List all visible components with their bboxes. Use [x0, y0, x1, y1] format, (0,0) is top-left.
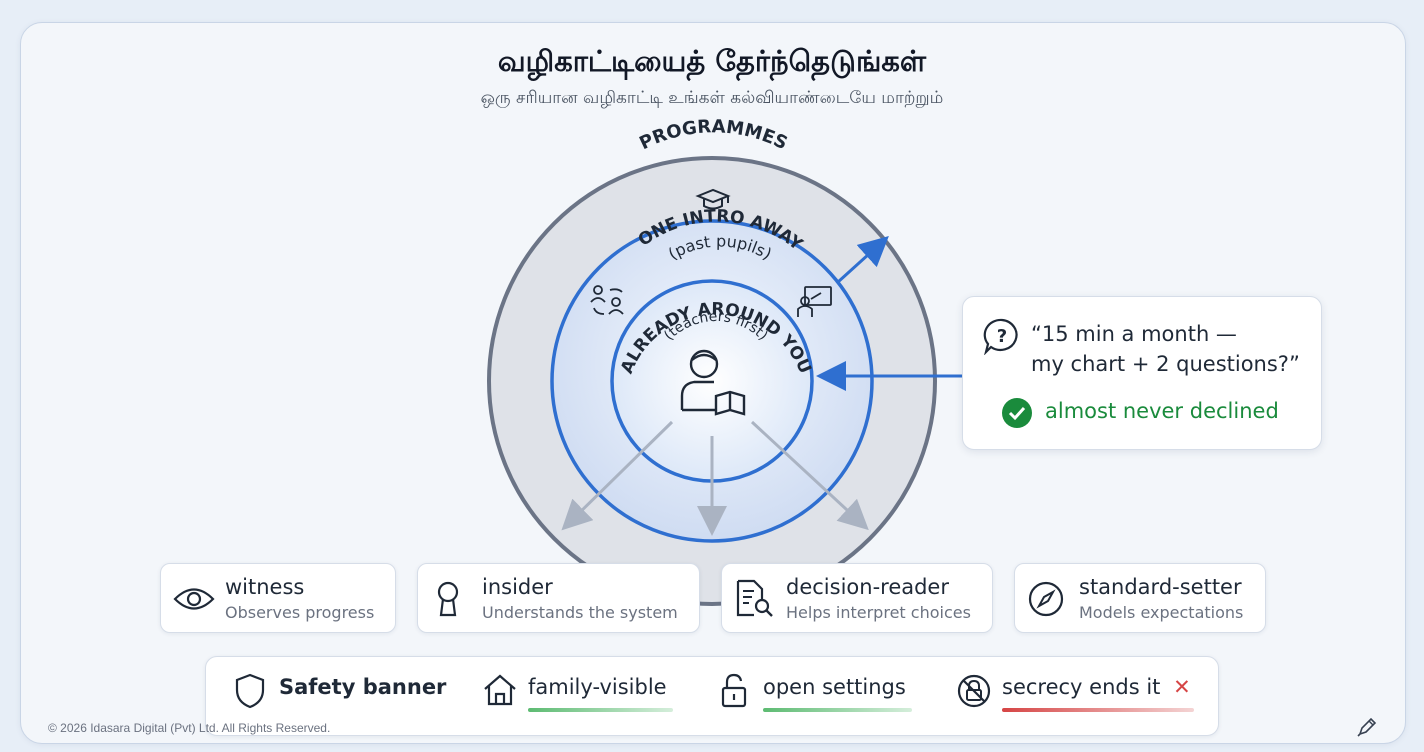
safety-banner: Safety banner family-visible open settin…: [205, 656, 1219, 736]
eye-icon: [173, 588, 215, 610]
quote-footnote: almost never declined: [1045, 399, 1279, 423]
document-search-icon: [736, 579, 773, 617]
open-lock-icon: [721, 673, 747, 708]
secrecy-label: secrecy ends it: [1002, 675, 1161, 699]
copyright-footer: © 2026 Idasara Digital (Pvt) Ltd. All Ri…: [48, 721, 331, 735]
house-icon: [484, 674, 516, 706]
quote-card: ? “15 min a month — my chart + 2 questio…: [962, 296, 1322, 450]
role-title: standard-setter: [1079, 575, 1242, 599]
svg-text:?: ?: [997, 326, 1007, 347]
question-bubble-icon: ?: [983, 318, 1018, 355]
role-subtitle: Understands the system: [482, 603, 678, 622]
no-secrecy-icon: [957, 674, 991, 708]
role-title: insider: [482, 575, 553, 599]
pen-icon: [1357, 717, 1377, 737]
role-subtitle: Helps interpret choices: [786, 603, 971, 622]
check-circle-icon: [1002, 398, 1032, 428]
role-subtitle: Models expectations: [1079, 603, 1244, 622]
quote-text: “15 min a month — my chart + 2 questions…: [1031, 319, 1316, 379]
negative-underline: [1002, 708, 1194, 712]
outer-ring-label: PROGRAMMES: [636, 116, 790, 154]
safety-banner-title: Safety banner: [279, 675, 447, 699]
compass-icon: [1028, 581, 1064, 617]
role-card-standard-setter: standard-setter Models expectations: [1014, 563, 1266, 633]
role-card-witness: witness Observes progress: [160, 563, 396, 633]
close-icon: ✕: [1173, 675, 1191, 699]
banner-item-open-settings: open settings: [763, 675, 906, 699]
role-subtitle: Observes progress: [225, 603, 375, 622]
role-card-decision-reader: decision-reader Helps interpret choices: [721, 563, 993, 633]
banner-item-secrecy-ends-it: secrecy ends it ✕: [1002, 675, 1191, 699]
role-card-insider: insider Understands the system: [417, 563, 700, 633]
banner-item-family-visible: family-visible: [528, 675, 667, 699]
quote-line-1: “15 min a month —: [1031, 322, 1237, 346]
positive-underline: [528, 708, 673, 712]
positive-underline: [763, 708, 912, 712]
role-title: decision-reader: [786, 575, 949, 599]
keyhole-icon: [437, 581, 459, 617]
quote-line-2: my chart + 2 questions?”: [1031, 352, 1300, 376]
role-title: witness: [225, 575, 305, 599]
shield-icon: [235, 673, 265, 709]
